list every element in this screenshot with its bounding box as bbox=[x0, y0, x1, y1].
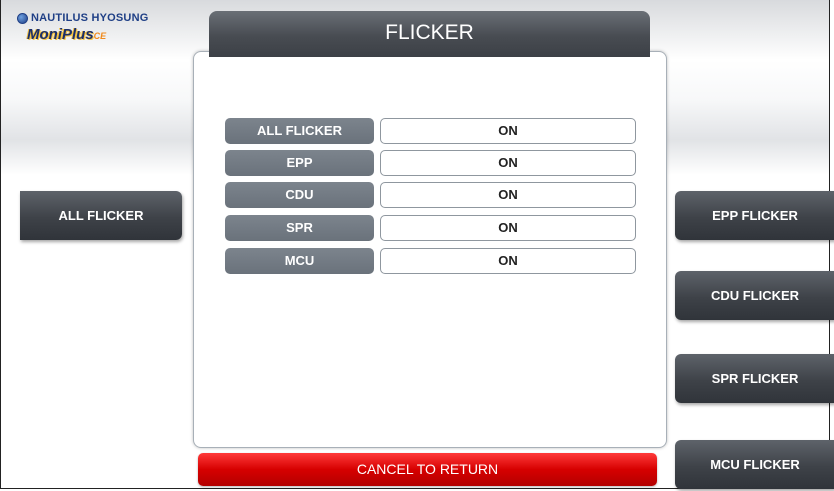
status-label: CDU bbox=[225, 182, 374, 208]
mcu-flicker-button[interactable]: MCU FLICKER bbox=[675, 440, 834, 489]
product-name: MoniPlus bbox=[27, 26, 94, 43]
company-name: NAUTILUS HYOSUNG bbox=[31, 12, 149, 24]
page-title: FLICKER bbox=[209, 11, 650, 57]
cancel-button[interactable]: CANCEL TO RETURN bbox=[198, 453, 657, 486]
cdu-flicker-button[interactable]: CDU FLICKER bbox=[675, 271, 834, 320]
epp-flicker-button[interactable]: EPP FLICKER bbox=[675, 191, 834, 240]
status-value: ON bbox=[380, 248, 636, 274]
spr-flicker-button[interactable]: SPR FLICKER bbox=[675, 354, 834, 403]
product-suffix: CE bbox=[93, 31, 107, 41]
status-value: ON bbox=[380, 182, 636, 208]
status-value: ON bbox=[380, 215, 636, 241]
status-label: ALL FLICKER bbox=[225, 118, 374, 144]
all-flicker-button[interactable]: ALL FLICKER bbox=[20, 191, 182, 240]
status-label: MCU bbox=[225, 248, 374, 274]
atm-screen: NAUTILUS HYOSUNG MoniPlusCE FLICKER ALL … bbox=[0, 0, 834, 489]
brand-logo: NAUTILUS HYOSUNG MoniPlusCE bbox=[17, 12, 187, 52]
status-label: EPP bbox=[225, 150, 374, 176]
status-label: SPR bbox=[225, 215, 374, 241]
status-value: ON bbox=[380, 118, 636, 144]
globe-icon bbox=[17, 12, 28, 24]
status-value: ON bbox=[380, 150, 636, 176]
